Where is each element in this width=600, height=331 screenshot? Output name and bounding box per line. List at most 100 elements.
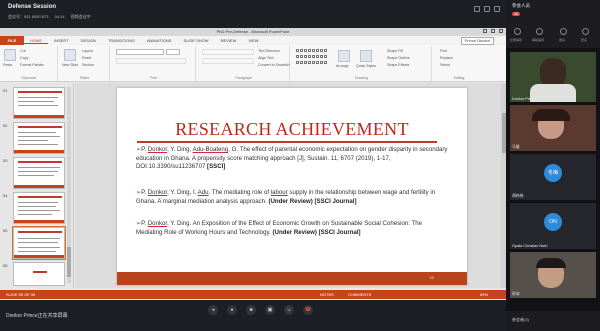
participants-header: 参会人员 45 — [506, 0, 600, 22]
participant-name: Donkor Prince — [512, 97, 537, 101]
slide-thumbnail[interactable] — [13, 157, 65, 189]
current-slide[interactable]: RESEARCH ACHIEVEMENT ➢P. Donkor, Y. Ding… — [117, 88, 467, 285]
tab-insert[interactable]: INSERT — [48, 38, 75, 43]
more-options-icon[interactable] — [582, 28, 589, 35]
mic-icon[interactable]: ● — [227, 305, 237, 315]
tab-review[interactable]: REVIEW — [215, 38, 243, 43]
ppt-window-controls — [483, 29, 503, 33]
thumb-number: 55 — [3, 228, 8, 233]
font-size-box[interactable] — [166, 49, 180, 55]
tab-animations[interactable]: ANIMATIONS — [141, 38, 178, 43]
slide-editor: RESEARCH ACHIEVEMENT ➢P. Donkor, Y. Ding… — [75, 83, 506, 288]
list-buttons[interactable] — [202, 49, 254, 55]
align-text-button[interactable]: Align Text — [258, 56, 274, 60]
ribbon: Paste Cut Copy Format Painter Clipboard … — [0, 45, 506, 82]
comments-button[interactable]: COMMENTS — [348, 292, 371, 297]
slide-thumbnail[interactable] — [13, 122, 65, 154]
fullscreen-icon[interactable] — [484, 6, 490, 12]
drawing-label: Drawing — [355, 76, 368, 80]
font-format-buttons[interactable] — [116, 58, 186, 64]
tab-home[interactable]: HOME — [24, 38, 48, 44]
slide-footer: 55 — [117, 272, 467, 285]
font-label: Font — [149, 76, 157, 80]
font-group: Font — [112, 46, 196, 81]
meeting-title: Defense Session — [8, 4, 57, 10]
slide-thumbnail[interactable] — [13, 192, 65, 224]
shape-effects-button[interactable]: Shape Effects — [387, 63, 409, 67]
participant-tile[interactable]: ON Opata Christian Nsrh — [510, 203, 596, 249]
slide-thumbnail[interactable] — [13, 262, 65, 286]
participants-icon[interactable]: ☺ — [284, 305, 294, 315]
participant-tile[interactable]: 马骏 — [510, 105, 596, 151]
more-icon[interactable]: ◂ — [208, 305, 218, 315]
paste-button[interactable]: Paste — [3, 63, 12, 67]
thumb-number: 54 — [3, 193, 8, 198]
thumb-number: 51 — [3, 88, 8, 93]
invite-icon[interactable] — [560, 28, 567, 35]
maximize-icon[interactable] — [491, 29, 495, 33]
reset-button[interactable]: Reset — [82, 56, 91, 60]
quick-styles-button[interactable]: Quick Styles — [356, 64, 376, 68]
participant-avatar: ON — [544, 213, 562, 231]
mute-all-icon[interactable] — [514, 28, 521, 35]
meeting-status: 视频会议中 — [70, 14, 91, 19]
grid-view-icon[interactable] — [474, 6, 480, 12]
participants-footer: 参会者(3) — [506, 311, 600, 331]
share-screen-icon[interactable]: ▣ — [265, 305, 275, 315]
tab-transitions[interactable]: TRANSITIONS — [102, 38, 141, 43]
text-direction-button[interactable]: Text Direction — [258, 49, 280, 53]
tab-file[interactable]: FILE — [0, 36, 24, 45]
arrange-icon[interactable] — [338, 50, 350, 62]
layout-button[interactable]: Layout — [82, 49, 93, 53]
status-bar: SLIDE 55 OF 56 NOTES COMMENTS 59% — [0, 290, 506, 299]
notes-button[interactable]: NOTES — [320, 292, 334, 297]
camera-icon[interactable]: ■ — [246, 305, 256, 315]
thumbnail-scrollbar[interactable] — [67, 87, 71, 283]
scroll-thumb[interactable] — [501, 113, 506, 153]
participants-badge: 45 — [512, 12, 520, 16]
tab-design[interactable]: DESIGN — [75, 38, 102, 43]
copy-button[interactable]: Copy — [20, 56, 28, 60]
replace-button[interactable]: Replace — [440, 56, 453, 60]
editing-label: Editing — [453, 76, 465, 80]
select-button[interactable]: Select — [440, 63, 450, 67]
new-slide-icon[interactable] — [64, 49, 76, 61]
participants-toolbar: 全部静音 解除静音 邀请 更多 — [506, 22, 600, 48]
slide-page-number: 55 — [429, 275, 434, 280]
tab-slide-show[interactable]: SLIDE SHOW — [177, 38, 214, 43]
publication-item: ➢P. Donkor, Y. Ding, Adu-Boateng, G. The… — [136, 146, 448, 171]
minimize-icon[interactable] — [483, 29, 487, 33]
account-user[interactable]: Prince Donkor — [460, 37, 494, 45]
section-button[interactable]: Section — [82, 63, 94, 67]
font-name-box[interactable] — [116, 49, 164, 55]
arrange-button[interactable]: Arrange — [336, 64, 349, 68]
scroll-thumb[interactable] — [67, 247, 71, 277]
format-painter-button[interactable]: Format Painter — [20, 63, 44, 67]
more-options-label: 更多 — [581, 38, 588, 42]
tab-view[interactable]: VIEW — [242, 38, 264, 43]
paste-icon[interactable] — [4, 49, 16, 61]
shape-outline-button[interactable]: Shape Outline — [387, 56, 410, 60]
participant-tile[interactable]: Donkor Prince — [510, 52, 596, 102]
paragraph-label: Paragraph — [235, 76, 252, 80]
quick-styles-icon[interactable] — [360, 50, 372, 62]
sharing-indicator: Donkor Prince正在共享屏幕 — [6, 313, 68, 319]
unmute-all-icon[interactable] — [536, 28, 543, 35]
paragraph-group: Text Direction Align Text Convert to Sma… — [198, 46, 290, 81]
convert-smartart-button[interactable]: Convert to SmartArt — [258, 63, 290, 67]
shapes-gallery[interactable] — [296, 49, 327, 67]
find-button[interactable]: Find — [440, 49, 447, 53]
new-slide-button[interactable]: New Slide — [62, 63, 78, 67]
participant-tile[interactable]: 孙冰 — [510, 252, 596, 298]
hang-up-icon[interactable]: ☎ — [303, 305, 313, 315]
slide-thumbnail[interactable] — [13, 87, 65, 119]
participant-tile[interactable]: 冬梅 胡伟伟 — [510, 154, 596, 200]
settings-icon[interactable] — [494, 6, 500, 12]
zoom-level[interactable]: 59% — [480, 292, 488, 297]
close-icon[interactable] — [499, 29, 503, 33]
editing-group: Find Replace Select Editing — [434, 46, 484, 81]
cut-button[interactable]: Cut — [20, 49, 26, 53]
slide-thumbnail-selected[interactable] — [12, 226, 66, 260]
align-buttons[interactable] — [202, 58, 254, 64]
shape-fill-button[interactable]: Shape Fill — [387, 49, 403, 53]
